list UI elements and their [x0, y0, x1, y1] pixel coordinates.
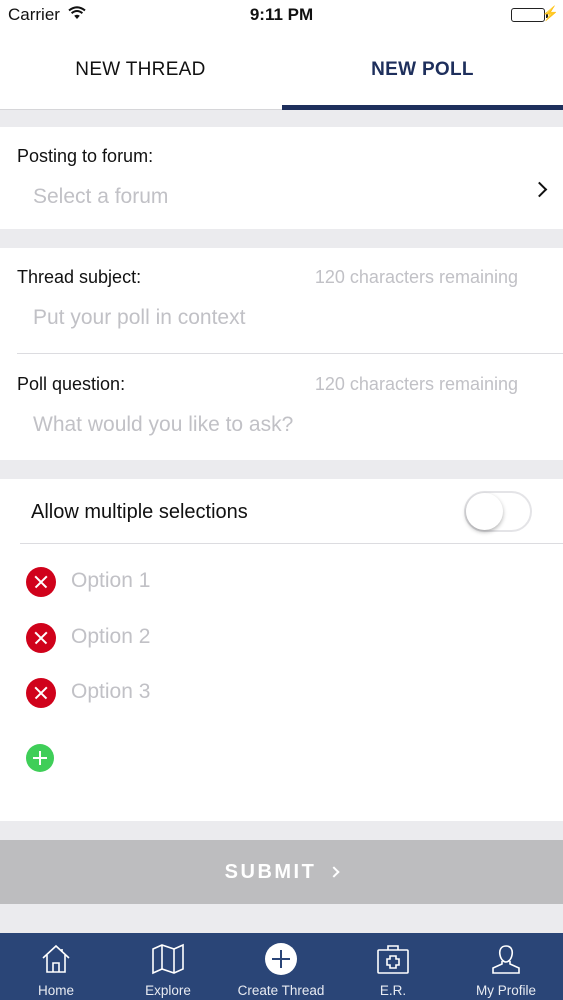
forum-card: Posting to forum: Select a forum — [0, 127, 563, 229]
forum-select[interactable]: Select a forum — [33, 185, 168, 209]
tabbar-label: Create Thread — [237, 983, 325, 998]
remove-option-icon[interactable] — [26, 567, 56, 597]
question-input[interactable]: What would you like to ask? — [33, 413, 293, 437]
map-icon — [112, 941, 224, 977]
status-time: 9:11 PM — [249, 5, 314, 24]
battery-icon — [511, 8, 545, 22]
tabbar-item-er[interactable]: E.R. — [337, 933, 449, 1000]
option-input[interactable]: Option 1 — [71, 569, 150, 593]
submit-button[interactable]: SUBMIT — [0, 840, 563, 904]
forum-label: Posting to forum: — [17, 146, 154, 166]
tabbar-label: E.R. — [379, 983, 407, 998]
tab-new-poll[interactable]: NEW POLL — [282, 30, 563, 110]
status-bar: Carrier 9:11 PM ⚡ — [0, 0, 563, 30]
tabbar-label: My Profile — [475, 983, 536, 998]
tab-new-thread[interactable]: NEW THREAD — [0, 30, 281, 110]
option-input[interactable]: Option 3 — [71, 680, 150, 704]
remove-option-icon[interactable] — [26, 623, 56, 653]
toggle-knob — [466, 493, 503, 530]
tabbar-item-my-profile[interactable]: My Profile — [450, 933, 562, 1000]
compose-tabs: NEW THREAD NEW POLL — [0, 30, 563, 110]
subject-input[interactable]: Put your poll in context — [33, 306, 245, 330]
multiple-selections-label: Allow multiple selections — [31, 501, 248, 523]
question-remaining: 120 characters remaining — [314, 374, 518, 394]
tabbar-item-explore[interactable]: Explore — [112, 933, 224, 1000]
submit-label: SUBMIT — [224, 860, 317, 883]
subject-label: Thread subject: — [17, 267, 142, 287]
chevron-right-icon[interactable] — [531, 181, 548, 198]
option-input[interactable]: Option 2 — [71, 625, 150, 649]
home-icon — [0, 941, 112, 977]
tabbar-label: Home — [37, 983, 74, 998]
charging-icon: ⚡ — [541, 5, 559, 21]
plus-circle-icon — [225, 941, 337, 977]
option-row: Option 1 — [0, 558, 563, 606]
tabbar-label: Explore — [145, 983, 191, 998]
person-icon — [450, 941, 562, 977]
divider — [20, 543, 563, 544]
divider — [17, 353, 563, 354]
poll-text-card: Thread subject: 120 characters remaining… — [0, 248, 563, 460]
active-tab-indicator — [282, 105, 563, 110]
multiple-selections-toggle[interactable] — [464, 491, 532, 532]
chevron-right-icon — [328, 866, 340, 878]
medical-kit-icon — [337, 941, 449, 977]
remove-option-icon[interactable] — [26, 678, 56, 708]
subject-remaining: 120 characters remaining — [314, 267, 518, 287]
option-row: Option 3 — [0, 669, 563, 717]
tabbar-item-create-thread[interactable]: Create Thread — [225, 933, 337, 1000]
add-option-icon[interactable] — [26, 744, 54, 772]
bottom-tab-bar: Home Explore Create Thread E.R. My Profi… — [0, 933, 563, 1000]
tabbar-item-home[interactable]: Home — [0, 933, 112, 1000]
option-row: Option 2 — [0, 614, 563, 662]
question-label: Poll question: — [17, 374, 126, 394]
